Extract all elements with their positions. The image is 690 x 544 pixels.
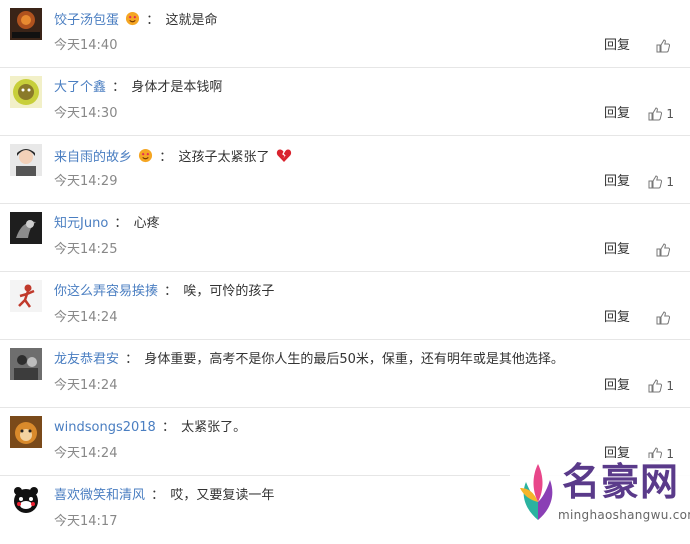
avatar[interactable] bbox=[10, 212, 42, 244]
reply-button[interactable]: 回复 bbox=[604, 309, 630, 327]
username-link[interactable]: 龙友恭君安 bbox=[54, 352, 119, 367]
broken-heart-icon bbox=[276, 147, 291, 162]
thumbs-up-icon bbox=[656, 311, 671, 325]
timestamp: 今天14:29 bbox=[54, 174, 118, 189]
comment-text: 这孩子太紧张了 bbox=[178, 150, 270, 165]
watermark: 名豪网 minghaoshangwu.com bbox=[510, 458, 690, 532]
separator-colon: ： bbox=[125, 352, 139, 367]
timestamp: 今天14:40 bbox=[54, 38, 118, 53]
timestamp: 今天14:30 bbox=[54, 106, 118, 121]
avatar[interactable] bbox=[10, 144, 42, 176]
timestamp: 今天14:24 bbox=[54, 310, 118, 325]
avatar[interactable] bbox=[10, 280, 42, 312]
username-link[interactable]: windsongs2018 bbox=[54, 420, 156, 435]
smiling-face-with-heart-eyes-icon bbox=[125, 11, 140, 26]
smiling-face-with-heart-eyes-icon bbox=[138, 148, 153, 163]
avatar[interactable] bbox=[10, 76, 42, 108]
comment-text: 哎，又要复读一年 bbox=[170, 488, 275, 503]
thumbs-up-icon bbox=[656, 39, 671, 53]
reply-button[interactable]: 回复 bbox=[604, 241, 630, 259]
like-button[interactable] bbox=[655, 309, 674, 327]
separator-colon: ： bbox=[112, 80, 126, 95]
comment-text: 这就是命 bbox=[165, 13, 218, 28]
separator-colon: ： bbox=[159, 150, 173, 165]
timestamp: 今天14:17 bbox=[54, 514, 118, 529]
thumbs-up-icon bbox=[648, 379, 663, 393]
comment-item: 知元Juno ： 心疼 今天14:25 回复 bbox=[0, 204, 690, 272]
like-button[interactable] bbox=[655, 37, 674, 55]
like-button[interactable]: 1 bbox=[647, 105, 674, 123]
avatar[interactable] bbox=[10, 416, 42, 448]
separator-colon: ： bbox=[146, 13, 160, 28]
reply-button[interactable]: 回复 bbox=[604, 37, 630, 55]
username-link[interactable]: 你这么弄容易挨揍 bbox=[54, 284, 158, 299]
like-count: 1 bbox=[666, 107, 674, 121]
reply-button[interactable]: 回复 bbox=[604, 105, 630, 123]
separator-colon: ： bbox=[151, 488, 165, 503]
comment-text: 身体才是本钱啊 bbox=[131, 80, 223, 95]
username-link[interactable]: 大了个鑫 bbox=[54, 80, 106, 95]
separator-colon: ： bbox=[114, 216, 128, 231]
avatar[interactable] bbox=[10, 484, 42, 516]
thumbs-up-icon bbox=[648, 175, 663, 189]
reply-button[interactable]: 回复 bbox=[604, 173, 630, 191]
separator-colon: ： bbox=[164, 284, 178, 299]
comment-item: 大了个鑫 ： 身体才是本钱啊 今天14:30 回复 1 bbox=[0, 68, 690, 136]
username-link[interactable]: 喜欢微笑和清风 bbox=[54, 488, 145, 503]
avatar[interactable] bbox=[10, 348, 42, 380]
comment-item: 饺子汤包蛋 ： 这就是命 今天14:40 回复 bbox=[0, 0, 690, 68]
comment-text: 身体重要，高考不是你人生的最后50米，保重，还有明年或是其他选择。 bbox=[144, 352, 564, 367]
comment-text: 心疼 bbox=[133, 216, 160, 231]
comment-item: 来自雨的故乡 ： 这孩子太紧张了 今天14:29 回复 1 bbox=[0, 136, 690, 204]
thumbs-up-icon bbox=[656, 243, 671, 257]
avatar[interactable] bbox=[10, 8, 42, 40]
username-link[interactable]: 来自雨的故乡 bbox=[54, 150, 132, 165]
like-button[interactable]: 1 bbox=[647, 173, 674, 191]
comment-text: 唉，可怜的孩子 bbox=[183, 284, 275, 299]
like-button[interactable] bbox=[655, 241, 674, 259]
comment-item: 你这么弄容易挨揍 ： 唉，可怜的孩子 今天14:24 回复 bbox=[0, 272, 690, 340]
reply-button[interactable]: 回复 bbox=[604, 377, 630, 395]
timestamp: 今天14:24 bbox=[54, 446, 118, 461]
like-button[interactable]: 1 bbox=[647, 377, 674, 395]
like-count: 1 bbox=[666, 379, 674, 393]
timestamp: 今天14:24 bbox=[54, 378, 118, 393]
timestamp: 今天14:25 bbox=[54, 242, 118, 257]
watermark-title: 名豪网 bbox=[562, 460, 680, 504]
thumbs-up-icon bbox=[648, 107, 663, 121]
watermark-url: minghaoshangwu.com bbox=[558, 508, 690, 522]
leaf-logo-icon bbox=[520, 464, 553, 520]
username-link[interactable]: 知元Juno bbox=[54, 216, 108, 231]
like-count: 1 bbox=[666, 175, 674, 189]
separator-colon: ： bbox=[161, 420, 175, 435]
comment-item: 龙友恭君安 ： 身体重要，高考不是你人生的最后50米，保重，还有明年或是其他选择… bbox=[0, 340, 690, 408]
username-link[interactable]: 饺子汤包蛋 bbox=[54, 13, 119, 28]
comment-text: 太紧张了。 bbox=[181, 420, 247, 435]
